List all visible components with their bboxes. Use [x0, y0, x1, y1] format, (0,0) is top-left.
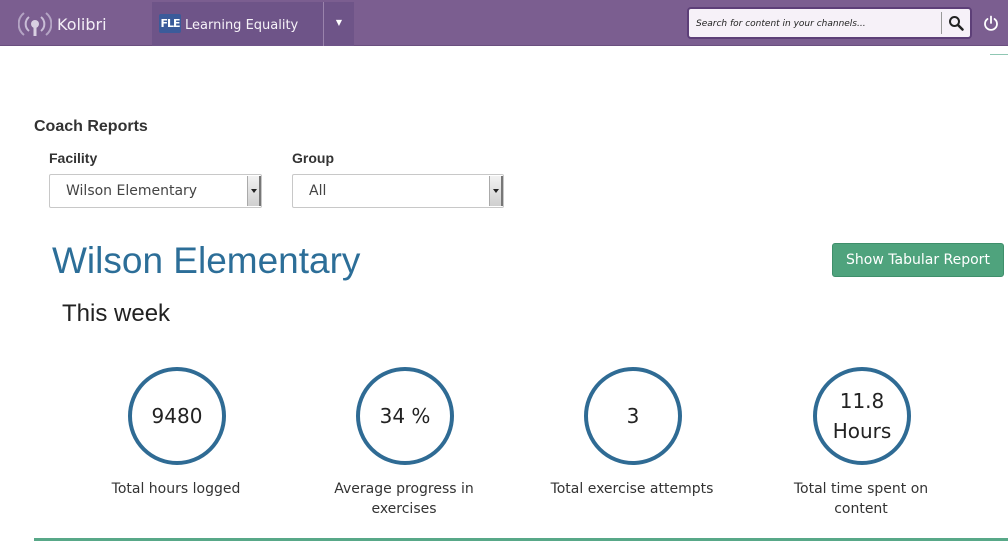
group-selected-value: All	[309, 183, 327, 199]
fle-logo-icon: FLE	[159, 14, 181, 33]
page-title: Coach Reports	[34, 118, 148, 135]
search-box	[687, 7, 972, 39]
channel-switcher-button[interactable]: FLE Learning Equality	[152, 2, 323, 46]
stat-value: 9480	[128, 367, 226, 465]
top-navigation-bar: Kolibri FLE Learning Equality ▼	[0, 0, 1008, 46]
facility-select[interactable]: Wilson Elementary	[49, 174, 262, 208]
stat-label: Average progress in exercises	[334, 481, 474, 517]
kolibri-logo-icon[interactable]	[18, 10, 52, 38]
channel-name: Learning Equality	[185, 18, 299, 33]
app-name[interactable]: Kolibri	[57, 15, 107, 34]
dropdown-arrow-icon	[247, 176, 261, 206]
stat-label: Total exercise attempts	[550, 481, 714, 497]
stat-value: 3	[584, 367, 682, 465]
show-tabular-report-button[interactable]: Show Tabular Report	[832, 243, 1004, 277]
dropdown-arrow-icon	[489, 176, 503, 206]
stat-label: Total time spent on content	[793, 481, 929, 517]
caret-down-icon: ▼	[335, 18, 343, 27]
section-divider	[34, 538, 1008, 541]
power-icon[interactable]	[983, 15, 999, 31]
facility-heading: Wilson Elementary	[52, 240, 361, 281]
facility-label: Facility	[49, 150, 98, 166]
stat-value: 11.8 Hours	[813, 367, 911, 465]
group-label: Group	[292, 150, 334, 166]
facility-selected-value: Wilson Elementary	[66, 183, 198, 199]
divider	[990, 54, 1008, 55]
period-heading: This week	[62, 300, 171, 327]
stat-label: Total hours logged	[111, 481, 241, 497]
search-icon[interactable]	[948, 15, 964, 31]
search-input[interactable]	[693, 13, 937, 35]
channel-dropdown-toggle[interactable]: ▼	[323, 2, 354, 46]
group-select[interactable]: All	[292, 174, 504, 208]
stat-value: 34 %	[356, 367, 454, 465]
search-divider	[941, 12, 942, 34]
